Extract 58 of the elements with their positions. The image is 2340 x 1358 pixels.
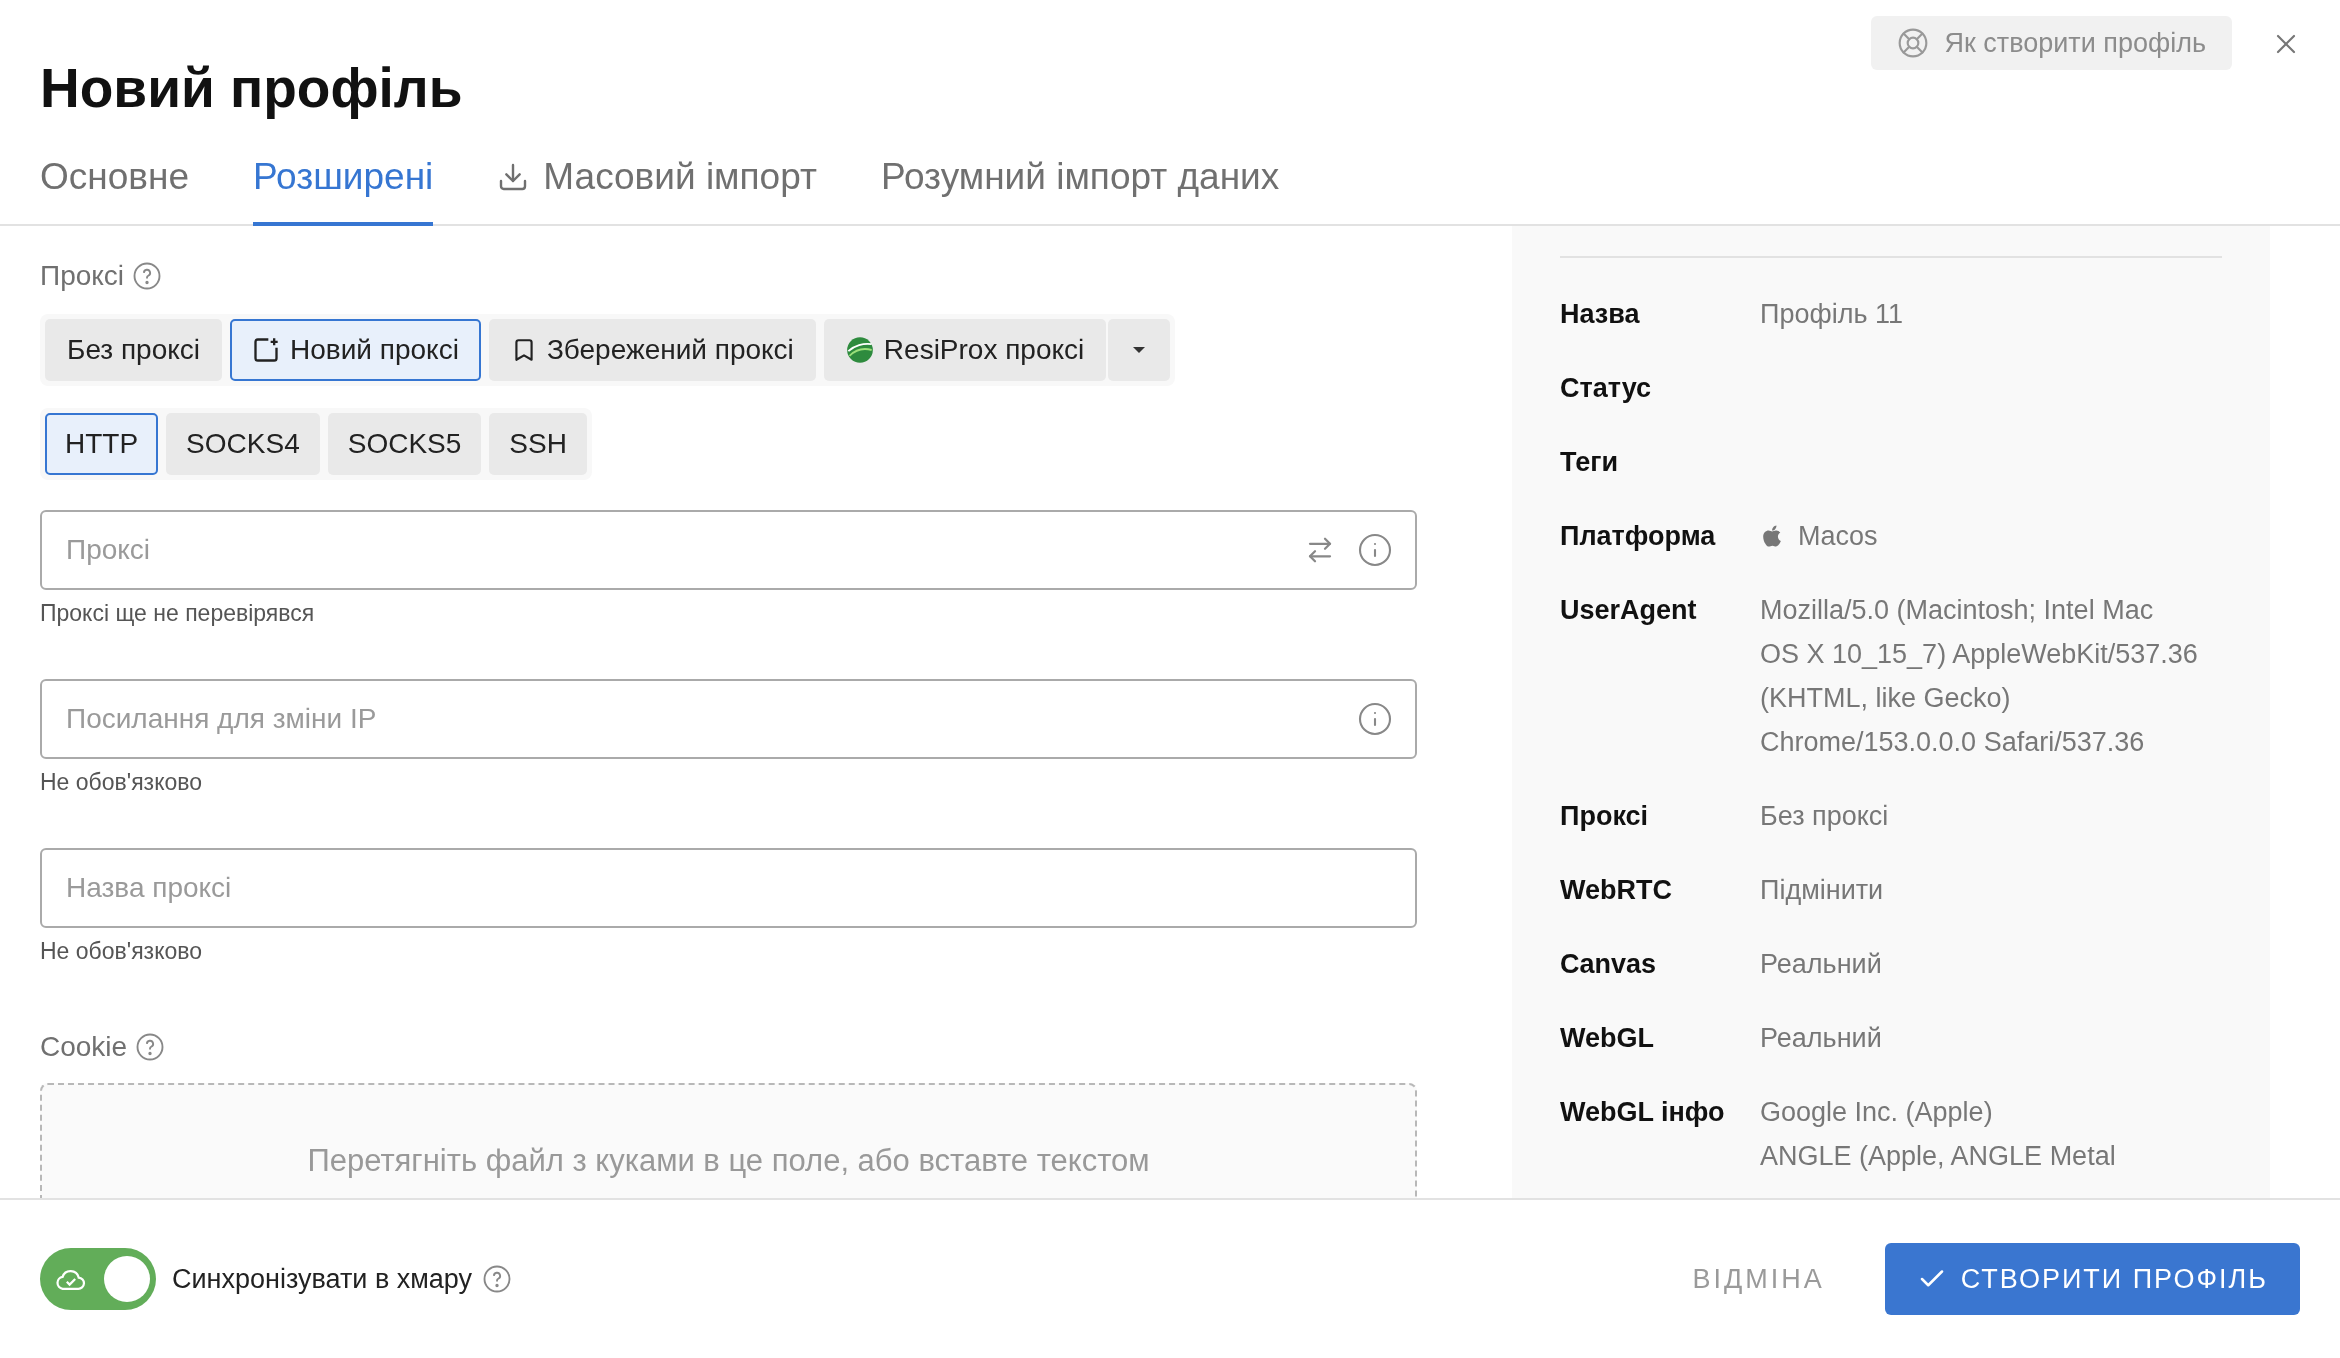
text-field[interactable]: Назва проксі xyxy=(40,848,1417,928)
caret-icon xyxy=(1131,345,1148,355)
tab[interactable]: Основне xyxy=(40,142,189,226)
summary-value: Без проксі xyxy=(1760,800,1889,833)
summary-value: (KHTML, like Gecko) xyxy=(1760,682,2011,715)
input-field[interactable]: Проксі xyxy=(64,533,1283,567)
summary-label: Теги xyxy=(1560,446,1619,479)
summary-value: Mozilla/5.0 (Macintosh; Intel Mac xyxy=(1760,594,2154,627)
summary-value: Реальний xyxy=(1760,1022,1882,1055)
summary-label: UserAgent xyxy=(1560,594,1698,627)
lifebuoy-icon xyxy=(1896,27,1929,59)
protocol-option[interactable]: SSH xyxy=(489,413,587,475)
info-icon[interactable] xyxy=(1357,532,1393,568)
protocol-option[interactable]: SOCKS4 xyxy=(166,413,320,475)
helper-text: Не обов'язково xyxy=(40,769,204,796)
tab[interactable]: Масовий імпорт xyxy=(497,142,817,226)
sync-label: Синхронізувати в хмару xyxy=(172,1263,473,1295)
logo-icon xyxy=(845,336,874,364)
summary-value: OS X 10_15_7) AppleWebKit/537.36 xyxy=(1760,638,2198,671)
summary-label: WebGL інфо xyxy=(1560,1096,1726,1129)
info-icon[interactable] xyxy=(1357,701,1393,737)
proxy-source-option[interactable]: Новий проксі xyxy=(230,319,481,381)
text-field[interactable]: Проксі xyxy=(40,510,1417,590)
section-label: Проксі xyxy=(40,260,125,292)
protocol-option[interactable]: SOCKS5 xyxy=(327,413,482,475)
summary-value: Профіль 11 xyxy=(1760,298,1903,331)
proxy-source-option[interactable]: ResiProx проксі xyxy=(823,319,1107,381)
summary-label: Платформа xyxy=(1560,520,1717,553)
summary-label: Проксі xyxy=(1560,800,1650,833)
tab[interactable]: Розумний імпорт даних xyxy=(880,142,1280,226)
summary-value: Chrome/153.0.0.0 Safari/537.36 xyxy=(1760,726,2145,759)
help-icon[interactable] xyxy=(132,261,163,291)
proxy-source-option[interactable]: Збережений проксі xyxy=(488,319,816,381)
summary-label: Статус xyxy=(1560,372,1652,405)
tab[interactable]: Розширені xyxy=(252,142,434,226)
section-label: Cookie xyxy=(40,1031,128,1063)
helper-text: Проксі ще не перевірявся xyxy=(40,600,316,627)
dialog-title: Новий профіль xyxy=(40,56,464,121)
summary-label: WebGL xyxy=(1560,1022,1655,1055)
summary-label: Назва xyxy=(1560,298,1641,331)
add-square-icon xyxy=(252,336,281,364)
text-field[interactable]: Посилання для зміни IP xyxy=(40,679,1417,759)
input-field[interactable]: Назва проксі xyxy=(64,871,1393,905)
help-icon[interactable] xyxy=(482,1264,513,1294)
apple-icon xyxy=(1760,524,1784,548)
proxy-source-option[interactable]: Без проксі xyxy=(45,319,223,381)
summary-value: Macos xyxy=(1798,520,1878,553)
summary-value: Google Inc. (Apple) xyxy=(1760,1096,1993,1129)
helper-text: Не обов'язково xyxy=(40,938,204,965)
protocol-option[interactable]: HTTP xyxy=(45,413,159,475)
summary-value: Підмінити xyxy=(1760,874,1884,907)
summary-value: ANGLE (Apple, ANGLE Metal xyxy=(1760,1140,2116,1173)
create-profile-button[interactable]: СТВОРИТИ ПРОФІЛЬ xyxy=(1884,1243,2300,1315)
input-field[interactable]: Посилання для зміни IP xyxy=(64,702,1335,736)
summary-value: Реальний xyxy=(1760,948,1882,981)
summary-label: Canvas xyxy=(1560,948,1658,981)
summary-label: WebRTC xyxy=(1560,874,1673,907)
help-icon[interactable] xyxy=(135,1032,166,1062)
